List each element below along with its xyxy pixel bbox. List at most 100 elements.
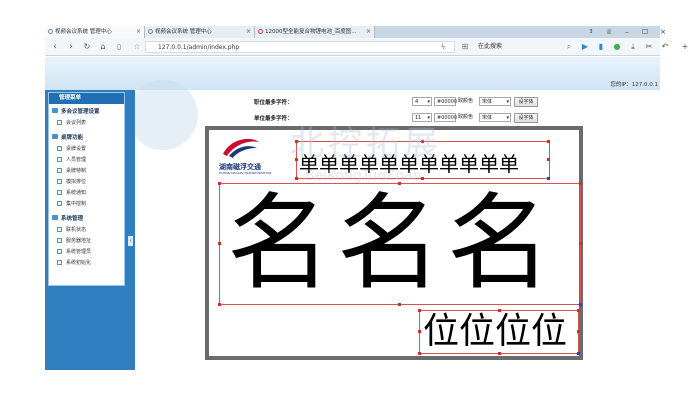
position-size-select[interactable]: 4 [412,97,432,106]
folder-icon [52,215,58,220]
resize-handle[interactable] [498,352,501,355]
page-icon [57,168,62,173]
menu-item-tablet-settings[interactable]: 桌牌设置 [57,145,117,152]
folder-icon [52,108,58,113]
unit-color-picker[interactable]: 取颜色 [458,113,473,122]
resize-handle[interactable] [547,158,550,161]
play-icon[interactable]: ▶ [579,41,591,53]
resize-handle[interactable] [418,309,421,312]
folder-icon [52,134,58,139]
download-icon[interactable]: ⤓ [627,41,639,53]
menu-group-tablet[interactable]: 桌牌功能 [52,133,83,141]
page-icon [57,146,62,151]
lightning-icon[interactable]: ϟ [437,41,449,53]
close-icon[interactable]: × [136,26,141,38]
menu-group-meeting[interactable]: 多会议管理设置 [52,107,100,115]
close-window-icon[interactable]: × [655,26,671,38]
page-icon [57,249,62,254]
watermark-text: 北控拓展 [290,124,442,164]
menu-title: 管理菜单 [49,93,124,104]
resize-handle[interactable] [295,177,298,180]
menu-group-system[interactable]: 系统管理 [52,214,83,222]
resize-handle[interactable] [418,330,421,333]
browser-toolbar: ‹ › ↻ ⌂ ▯ ☆ 127.0.0.1/admin/index.php ϟ … [45,38,688,56]
reading-icon[interactable]: ▯ [113,41,125,53]
resize-handle[interactable] [577,309,580,312]
resize-handle[interactable] [579,182,582,185]
page-icon [57,190,62,195]
resize-handle[interactable] [577,352,580,355]
resize-handle[interactable] [577,330,580,333]
logo-english: HUNAN MAGLEV TRANSPORTATION [219,171,272,175]
globe-icon [48,29,53,34]
menu-item-tablet-custom[interactable]: 桌牌特制 [57,167,117,174]
menu-item-people[interactable]: 人员管理 [57,156,117,163]
watermark-english: BeiKongTuoZhan [305,168,422,184]
maximize-icon[interactable]: ☐ [637,26,653,38]
watermark-logo [128,80,198,150]
sidebar-collapse-toggle[interactable]: ‹ [128,236,133,246]
tools-icon[interactable]: ✂ [643,41,655,53]
search-engine-icon[interactable]: ⊞ [459,41,471,53]
minimize-icon[interactable]: – [619,26,635,38]
refresh-icon[interactable]: ↻ [81,41,93,53]
unit-chars-label: 单位最多字符： [254,116,293,122]
sidebar-menu: 管理菜单 多会议管理设置 会议列表 桌牌功能 桌牌设置 人员管理 桌牌特制 模拟… [48,92,125,286]
resize-handle[interactable] [218,182,221,185]
menu-item-server-address[interactable]: 服务器地址 [57,237,117,244]
user-ip: 您的IP：127.0.0.1 [610,82,658,88]
menu-item-seating[interactable]: 模拟排位 [57,178,117,185]
position-font-select[interactable]: 宋体 [479,97,511,106]
resize-handle[interactable] [418,352,421,355]
browser-tab[interactable]: 12000型全能复合物锂电池_百度图... × [255,26,375,38]
position-color-input[interactable]: #00000 [434,97,457,106]
resize-handle[interactable] [579,242,582,245]
close-icon[interactable]: × [366,26,371,38]
close-icon[interactable]: × [246,26,251,38]
unit-set-font-button[interactable]: 设字体 [514,113,538,123]
resize-handle[interactable] [398,303,401,306]
page-icon [57,227,62,232]
position-text[interactable]: 位位位位 [423,312,567,352]
position-color-picker[interactable]: 取颜色 [458,97,473,106]
resize-handle[interactable] [547,177,550,180]
unit-font-select[interactable]: 宋体 [479,113,511,122]
name-text[interactable]: 名名名 [227,182,557,304]
position-set-font-button[interactable]: 设字体 [514,97,538,107]
star-icon[interactable]: ☆ [131,41,143,53]
tab-count-badge[interactable]: 3 [583,26,599,38]
image-icon [258,29,263,34]
menu-item-central-control[interactable]: 集中控制 [57,200,117,207]
page-icon [57,120,62,125]
resize-handle[interactable] [218,242,221,245]
menu-item-init[interactable]: 系统初始化 [57,259,117,266]
address-input[interactable]: 127.0.0.1/admin/index.php [145,41,455,53]
chat-icon[interactable]: ● [611,41,623,53]
menu-item-online-status[interactable]: 联机状态 [57,226,117,233]
browser-tab[interactable]: 视频会议系统 管理中心 × [45,26,145,38]
menu-icon[interactable]: + [679,41,691,53]
shirt-icon[interactable]: ♕ [601,26,617,38]
home-icon[interactable]: ⌂ [97,41,109,53]
search-icon[interactable]: ⌕ [563,41,575,53]
position-chars-label: 职位最多字符： [254,100,293,106]
resize-handle[interactable] [547,140,550,143]
back-icon[interactable]: ‹ [49,41,61,53]
resize-handle[interactable] [218,303,221,306]
company-logo [223,138,259,158]
forward-icon[interactable]: › [65,41,77,53]
resize-handle[interactable] [498,309,501,312]
resize-handle[interactable] [579,303,582,306]
globe-icon [148,29,153,34]
menu-item-notice[interactable]: 系统通知 [57,189,117,196]
menu-item-admin[interactable]: 系统管理员 [57,248,117,255]
page-header [45,57,660,90]
phone-icon[interactable]: ▮ [595,41,607,53]
search-input[interactable]: 在此搜索 [475,41,555,53]
undo-icon[interactable]: ↶ [659,41,671,53]
menu-item-meeting-list[interactable]: 会议列表 [57,119,117,126]
browser-tab-bar: 视频会议系统 管理中心 × 视频会议系统 管理中心 × 12000型全能复合物锂… [45,26,666,38]
browser-tab[interactable]: 视频会议系统 管理中心 × [145,26,255,38]
page-icon [57,157,62,162]
page-icon [57,260,62,265]
